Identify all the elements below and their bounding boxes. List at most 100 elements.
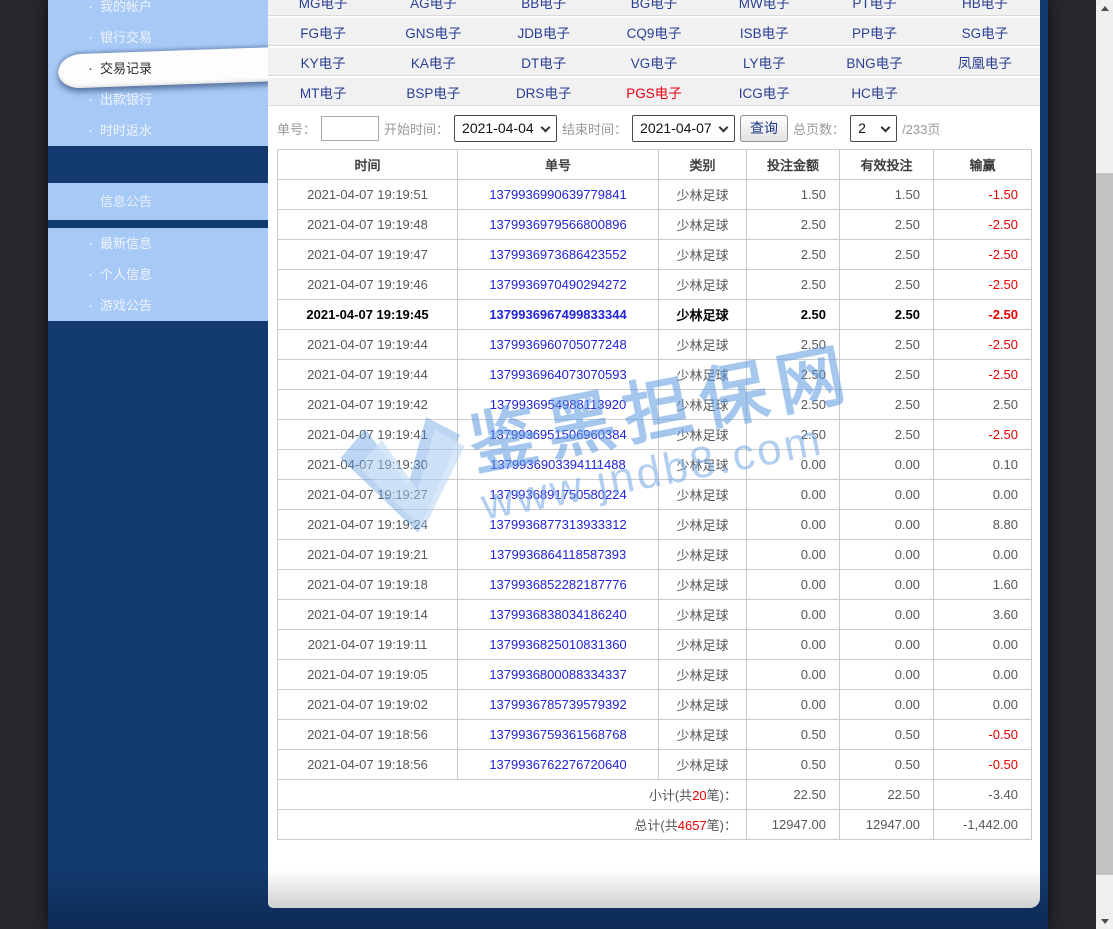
order-link[interactable]: 1379936964073070593 [489,367,626,382]
cell-order: 1379936973686423552 [458,240,659,270]
scrollbar[interactable] [1096,0,1113,929]
cell-order: 1379936825010831360 [458,630,659,660]
sidebar-item-withdrawal-bank[interactable]: ·出款银行 [48,84,268,115]
cell-bet: 1.50 [747,180,840,210]
game-tab[interactable]: BB电子 [489,0,599,12]
bullet-dot-icon: · [88,22,100,53]
order-link[interactable]: 1379936903394111488 [490,457,625,472]
order-link[interactable]: 1379936852282187776 [489,577,626,592]
game-tab[interactable]: KA电子 [378,52,488,72]
order-link[interactable]: 1379936891750580224 [489,487,626,502]
order-link[interactable]: 1379936951506960384 [489,427,626,442]
game-tab[interactable]: HC电子 [819,82,929,102]
game-tab[interactable]: ISB电子 [709,22,819,42]
cell-bet: 2.50 [747,270,840,300]
cell-valid: 2.50 [840,390,934,420]
section-title: 信息公告 [48,183,268,220]
cell-category: 少林足球 [659,240,747,270]
order-link[interactable]: 1379936970490294272 [489,277,626,292]
total-valid: 12947.00 [840,810,934,840]
bullet-dot-icon: · [88,228,100,259]
order-link[interactable]: 1379936762276720640 [489,757,626,772]
game-tab[interactable]: VG电子 [599,52,709,72]
cell-result: -0.50 [934,750,1032,780]
game-tab[interactable]: GNS电子 [378,22,488,42]
sidebar-item-latest-news[interactable]: ·最新信息 [48,228,268,259]
game-tab[interactable]: ICG电子 [709,82,819,102]
start-date-select-wrap: 2021-04-04 [454,115,557,142]
game-tab[interactable]: 凤凰电子 [930,52,1040,72]
cell-valid: 0.00 [840,510,934,540]
cell-valid: 2.50 [840,330,934,360]
tab-row: MT电子 BSP电子 DRS电子 PGS电子 ICG电子 HC电子 [268,77,1040,106]
cell-bet: 0.50 [747,720,840,750]
cell-category: 少林足球 [659,600,747,630]
order-link[interactable]: 1379936954988113920 [490,397,626,412]
scrollbar-thumb[interactable] [1096,173,1113,875]
scroll-up-button[interactable] [1096,0,1113,16]
game-tab[interactable]: BNG电子 [819,52,929,72]
game-tab[interactable]: BSP电子 [378,82,488,102]
game-tab[interactable]: HB电子 [930,0,1040,12]
order-link[interactable]: 1379936838034186240 [489,607,626,622]
end-time-label: 结束时间： [562,119,627,138]
order-link[interactable]: 1379936973686423552 [489,247,626,262]
total-count: 4657 [678,818,707,833]
order-link[interactable]: 1379936785739579392 [489,697,626,712]
cell-order: 1379936967499833344 [458,300,659,330]
game-tab[interactable]: LY电子 [709,52,819,72]
game-tab[interactable]: PP电子 [819,22,929,42]
game-tab[interactable]: AG电子 [378,0,488,12]
start-date-select[interactable]: 2021-04-04 [454,115,557,142]
col-header-valid-bet: 有效投注 [840,150,934,180]
bullet-dot-icon: · [88,53,100,84]
sidebar-item-transaction-records[interactable]: ·交易记录 [48,53,268,84]
cell-valid: 2.50 [840,300,934,330]
game-tab[interactable]: DT电子 [489,52,599,72]
table-row: 2021-04-07 19:18:561379936762276720640少林… [278,750,1032,780]
game-tab[interactable]: MW电子 [709,0,819,12]
end-date-select[interactable]: 2021-04-07 [632,115,735,142]
game-tab[interactable]: KY电子 [268,52,378,72]
game-tab[interactable]: CQ9电子 [599,22,709,42]
game-tab[interactable]: JDB电子 [489,22,599,42]
game-tab[interactable]: PT电子 [819,0,929,12]
sidebar-item-personal-messages[interactable]: ·个人信息 [48,259,268,290]
order-link[interactable]: 1379936877313933312 [489,517,626,532]
cell-bet: 0.00 [747,660,840,690]
bet-records-table: 时间 单号 类别 投注金额 有效投注 输赢 2021-04-07 19:19:5… [277,149,1032,840]
game-tab[interactable]: SG电子 [930,22,1040,42]
sidebar-item-game-announcements[interactable]: ·游戏公告 [48,290,268,321]
order-number-input[interactable] [321,116,379,141]
cell-time: 2021-04-07 19:19:47 [278,240,458,270]
order-link[interactable]: 1379936979566800896 [489,217,626,232]
page-select[interactable]: 2 [850,115,897,142]
game-tab[interactable]: MT电子 [268,82,378,102]
total-result: -1,442.00 [934,810,1032,840]
order-link[interactable]: 1379936825010831360 [489,637,626,652]
sidebar-item-rebate[interactable]: ·时时返水 [48,115,268,146]
cell-time: 2021-04-07 19:19:14 [278,600,458,630]
game-tab-active[interactable]: PGS电子 [599,82,709,102]
query-button[interactable]: 查询 [740,115,788,142]
table-row: 2021-04-07 19:19:14 1379936838034186240 少林… [278,600,1032,630]
cell-order: 1379936864118587393 [458,540,659,570]
order-link[interactable]: 1379936990639779841 [489,187,626,202]
cell-valid: 0.00 [840,690,934,720]
scroll-down-button[interactable] [1096,913,1113,929]
order-link[interactable]: 1379936800088334337 [489,667,626,682]
cell-order: 1379936964073070593 [458,360,659,390]
game-tab[interactable]: BG电子 [599,0,709,12]
cell-bet: 2.50 [747,360,840,390]
col-header-win-loss: 输赢 [934,150,1032,180]
order-link[interactable]: 1379936960705077248 [489,337,626,352]
order-link[interactable]: 1379936864118587393 [490,547,626,562]
order-link[interactable]: 1379936967499833344 [489,307,626,322]
game-tab[interactable]: DRS电子 [489,82,599,102]
order-link[interactable]: 1379936759361568768 [489,727,626,742]
sidebar-item-my-account[interactable]: ·我的帐户 [48,0,268,22]
game-tab[interactable]: FG电子 [268,22,378,42]
cell-valid: 0.50 [840,720,934,750]
game-tab[interactable]: MG电子 [268,0,378,12]
cell-time: 2021-04-07 19:18:56 [278,750,458,780]
